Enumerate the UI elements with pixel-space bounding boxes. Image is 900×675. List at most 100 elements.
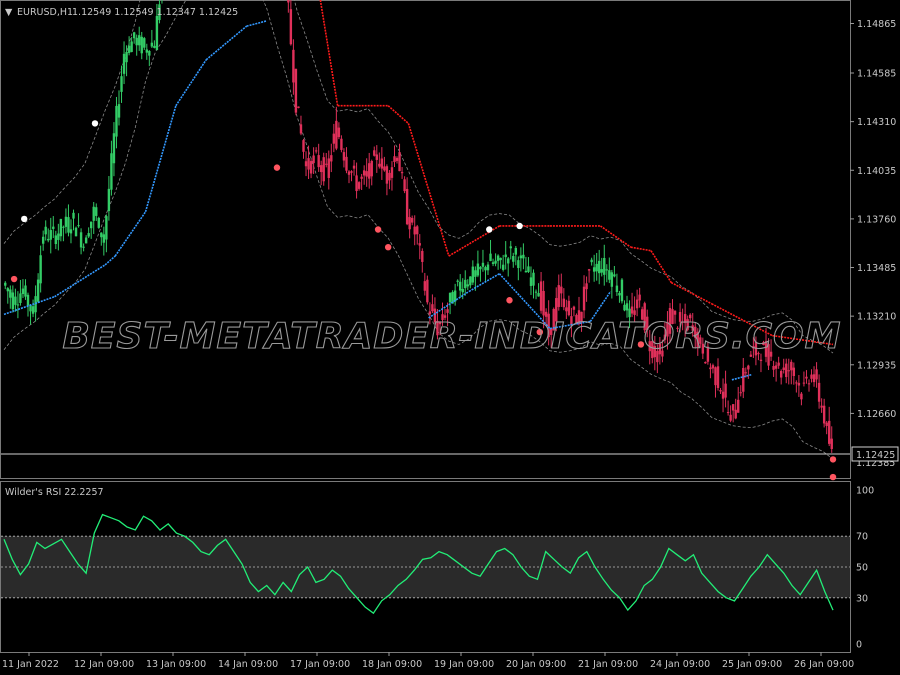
- candle-body: [779, 371, 783, 378]
- candle-body: [39, 255, 42, 284]
- candle-body: [421, 250, 424, 262]
- candle-body: [507, 258, 510, 264]
- red-signal-dot: [273, 164, 281, 171]
- candle-body: [453, 290, 457, 302]
- candle-body: [474, 270, 477, 277]
- candle-body: [36, 279, 40, 302]
- candle-body: [537, 293, 540, 297]
- candle-body: [77, 225, 80, 227]
- candle-body: [792, 367, 796, 376]
- candle-body: [501, 264, 505, 270]
- red-signal-dot: [10, 275, 18, 283]
- candle-body: [496, 255, 500, 261]
- candle-body: [484, 267, 487, 271]
- candle-body: [44, 226, 47, 235]
- red-signal-dot: [506, 297, 513, 304]
- candle-body: [368, 163, 371, 179]
- candle-body: [31, 306, 35, 314]
- candle-body: [739, 392, 742, 394]
- candle-body: [772, 366, 775, 370]
- candle-body: [491, 262, 495, 264]
- candle-body: [820, 405, 823, 408]
- candle-body: [598, 260, 601, 274]
- candle-body: [509, 246, 512, 249]
- candle-body: [122, 53, 126, 74]
- candle-body: [613, 274, 616, 277]
- candle-body: [797, 382, 801, 386]
- candle-body: [135, 37, 138, 46]
- price-tick-label: 1.14585: [857, 69, 896, 80]
- candle-body: [309, 161, 313, 174]
- candle-body: [785, 363, 788, 378]
- watermark-text: BEST-METATRADER-INDICATORS.COM: [62, 316, 841, 357]
- candle-body: [4, 282, 7, 286]
- candle-body: [380, 158, 384, 169]
- candle-body: [592, 267, 596, 272]
- candle-body: [807, 383, 811, 385]
- candle-body: [350, 171, 353, 173]
- menu-arrow-icon[interactable]: ▼: [5, 7, 13, 18]
- candle-body: [362, 170, 366, 176]
- candle-body: [633, 310, 636, 315]
- candle-body: [357, 182, 361, 189]
- candle-body: [542, 290, 545, 316]
- price-axis[interactable]: 1.14865 1.14585 1.14310 1.14035 1.13760 1.134…: [850, 19, 896, 420]
- candle-body: [737, 399, 740, 413]
- candle-body: [466, 284, 469, 287]
- candle-body: [721, 391, 725, 399]
- red-signal-dot: [829, 456, 837, 463]
- current-price-label: 1.12425: [856, 450, 895, 461]
- candle-body: [428, 311, 432, 315]
- candle-body: [534, 291, 538, 293]
- candle-body: [459, 281, 462, 291]
- candle-body: [471, 266, 475, 283]
- candle-body: [105, 216, 108, 240]
- candle-body: [426, 279, 429, 303]
- candle-body: [499, 257, 502, 261]
- candle-body: [143, 38, 146, 48]
- candle-body: [724, 383, 727, 398]
- chart-window[interactable]: BEST-METATRADER-INDICATORS.COM ▼ EURUSD,…: [0, 0, 900, 675]
- candle-body: [734, 409, 737, 419]
- candle-body: [605, 269, 608, 271]
- rsi-tick-label: 0: [856, 640, 862, 651]
- candle-body: [418, 243, 421, 246]
- candle-body: [312, 155, 315, 164]
- white-signal-dot: [516, 222, 523, 230]
- candle-body: [623, 304, 626, 311]
- candle-body: [795, 382, 798, 384]
- candle-body: [486, 264, 490, 271]
- candle-body: [153, 45, 156, 48]
- candle-body: [719, 390, 722, 392]
- candle-body: [150, 42, 154, 47]
- white-signal-dot: [486, 226, 493, 233]
- candle-body: [54, 235, 58, 245]
- white-signal-dot: [91, 120, 99, 127]
- candle-body: [716, 366, 720, 388]
- candle-body: [95, 207, 98, 216]
- price-tick-label: 1.13485: [857, 263, 896, 274]
- candle-body: [302, 140, 305, 152]
- rsi-tick-label: 70: [856, 532, 868, 543]
- candle-body: [777, 362, 780, 366]
- time-tick-label: 11 Jan 2022: [2, 659, 59, 670]
- candle-body: [294, 68, 298, 113]
- candle-body: [304, 161, 308, 167]
- candle-body: [413, 226, 416, 235]
- candle-body: [711, 365, 715, 369]
- candle-body: [340, 138, 343, 150]
- candle-body: [327, 158, 330, 178]
- time-axis[interactable]: 11 Jan 2022 12 Jan 09:00 13 Jan 09:00 14 Ja…: [2, 652, 854, 670]
- candle-body: [802, 382, 806, 384]
- candle-body: [539, 281, 543, 311]
- candle-body: [585, 283, 588, 290]
- candle-body: [461, 289, 464, 293]
- candle-body: [19, 293, 22, 303]
- price-tick-label: 1.13210: [857, 312, 896, 323]
- rsi-tick-label: 30: [856, 593, 868, 604]
- candle-body: [608, 270, 611, 280]
- candle-body: [469, 276, 472, 286]
- time-tick-label: 12 Jan 09:00: [74, 659, 134, 670]
- time-tick-label: 24 Jan 09:00: [650, 659, 710, 670]
- price-tick-label: 1.14865: [857, 19, 896, 30]
